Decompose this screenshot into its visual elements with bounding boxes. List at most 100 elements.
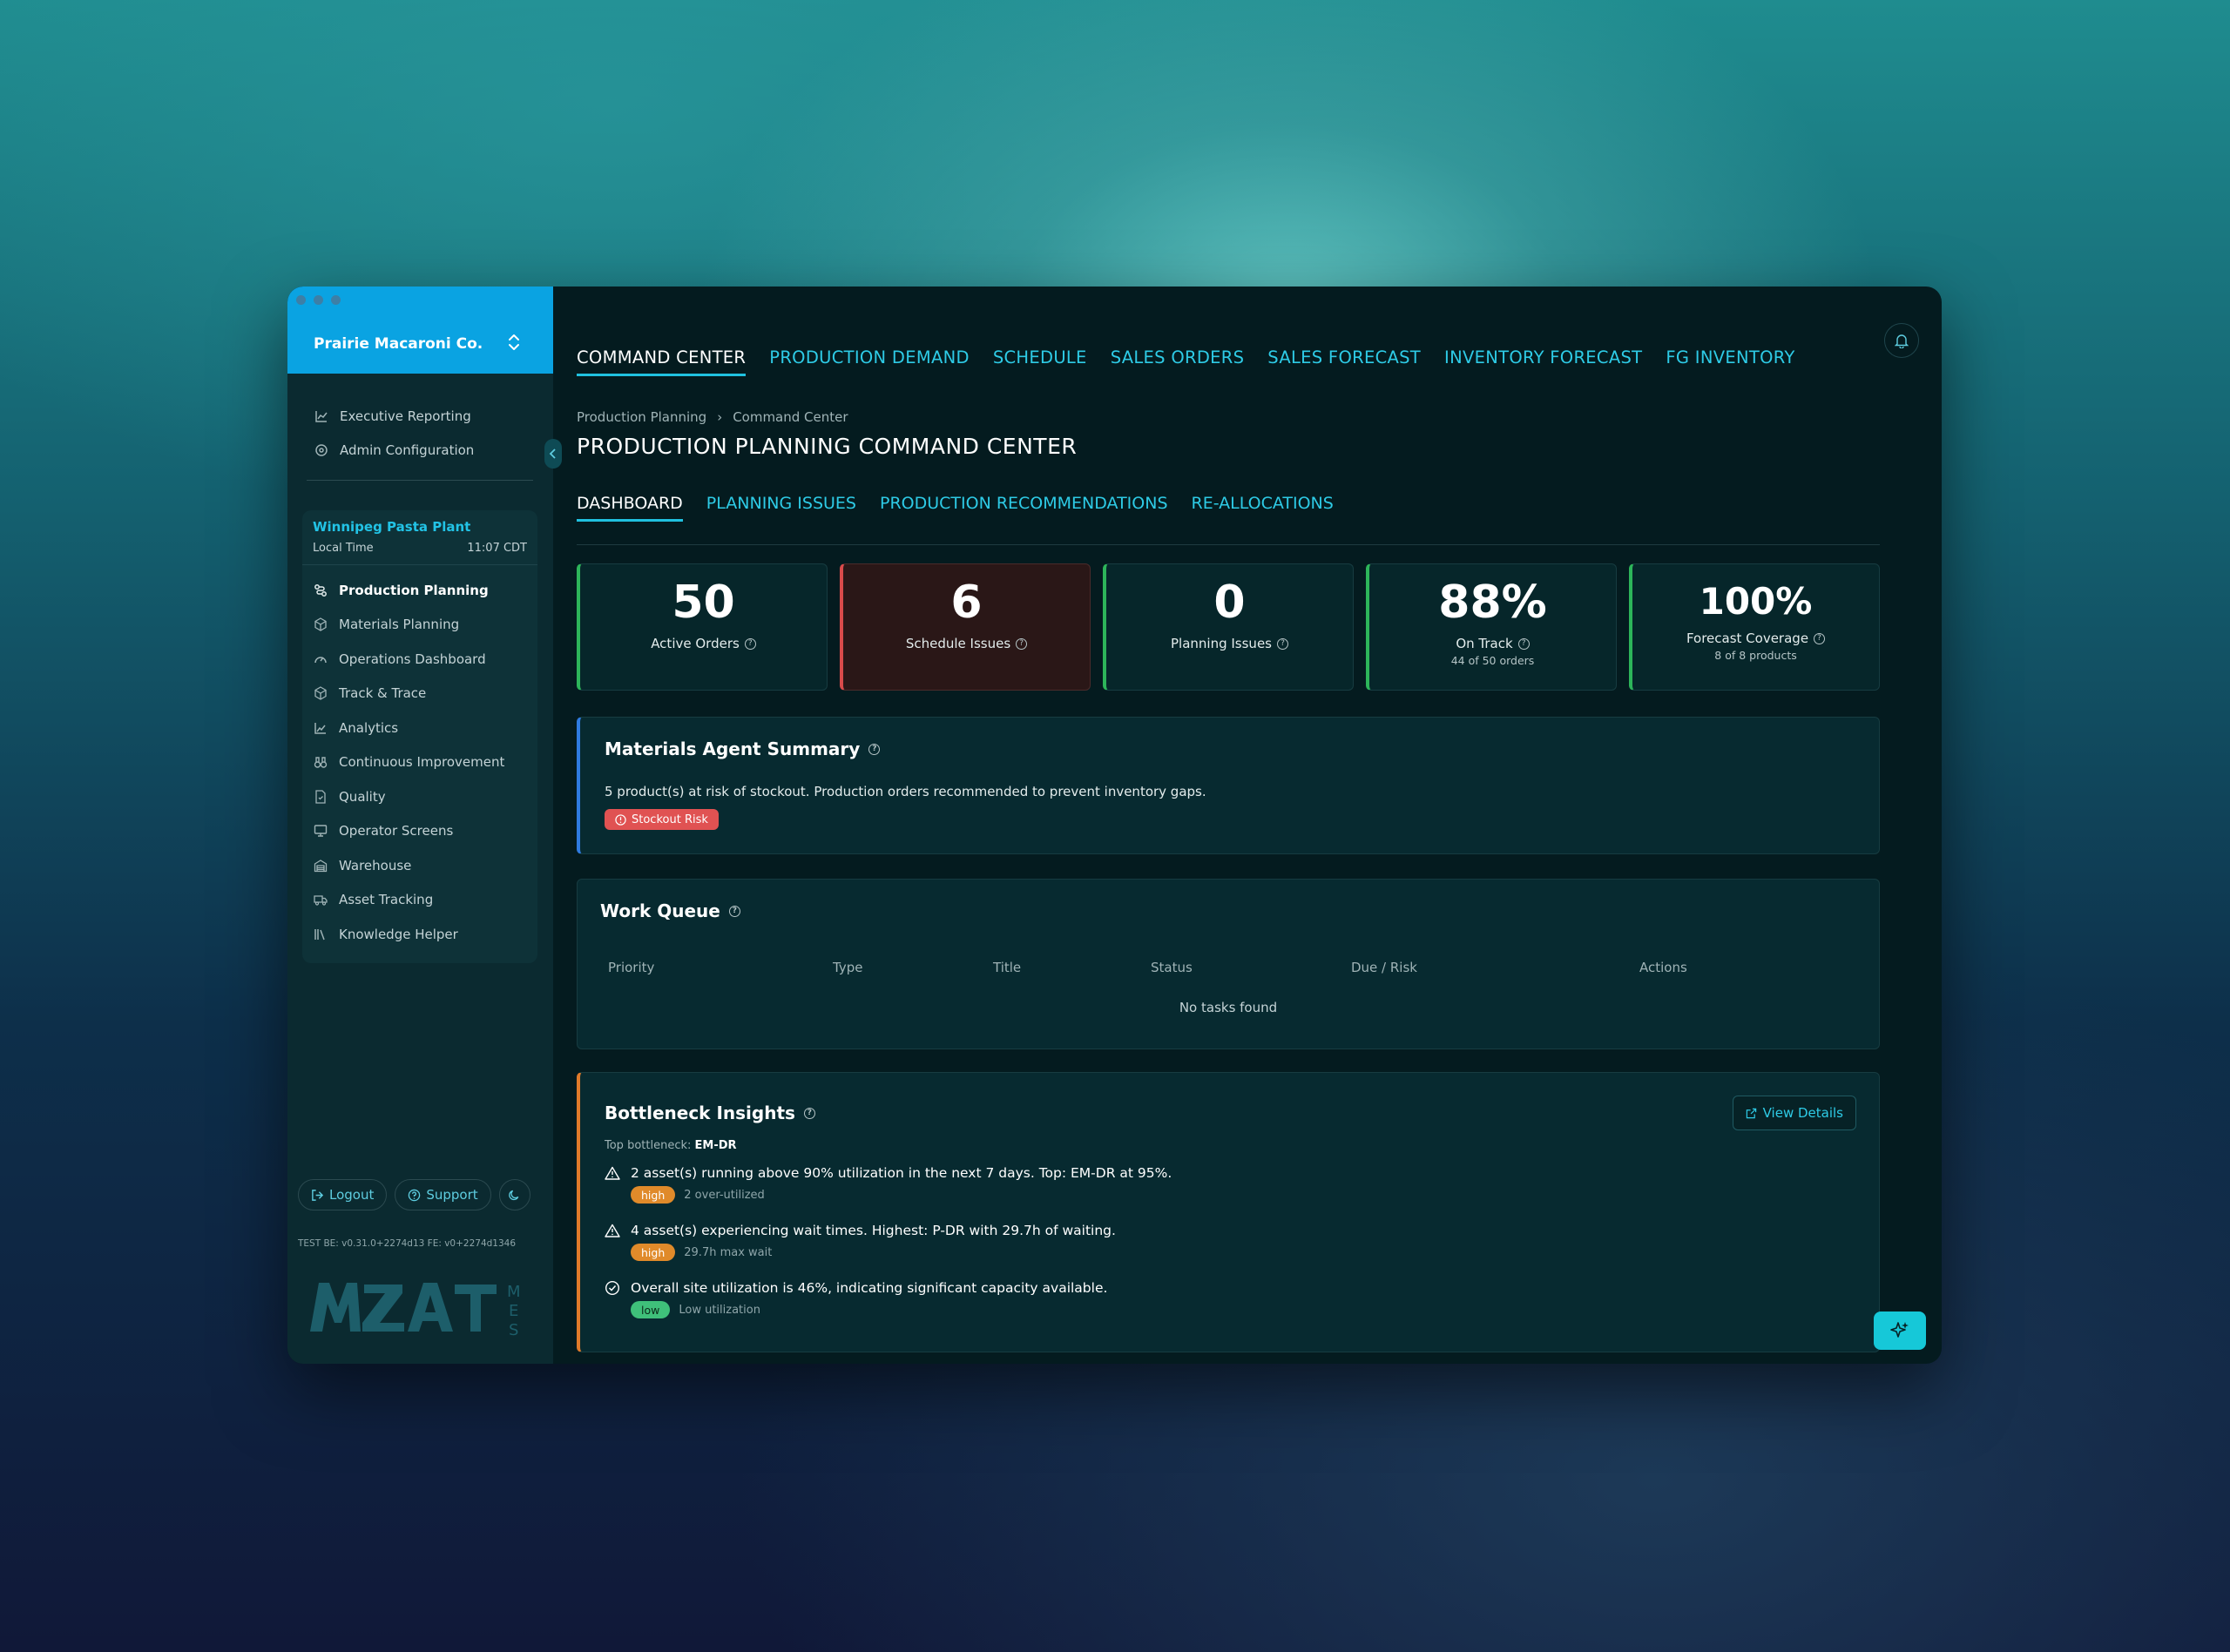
column-header-title[interactable]: Title [993, 960, 1021, 975]
tab-sales-orders[interactable]: SALES ORDERS [1111, 347, 1245, 376]
tab-fg-inventory[interactable]: FG INVENTORY [1666, 347, 1794, 376]
sparkles-icon [1890, 1322, 1909, 1338]
help-icon[interactable]: ? [868, 743, 881, 755]
breadcrumb-parent[interactable]: Production Planning [577, 409, 706, 425]
view-details-button[interactable]: View Details [1732, 1096, 1856, 1130]
route-icon [313, 583, 328, 598]
tab-planning-issues[interactable]: PLANNING ISSUES [706, 494, 856, 522]
help-icon[interactable]: ? [728, 905, 740, 917]
help-icon[interactable]: ? [744, 637, 756, 650]
svg-text:S: S [509, 1321, 518, 1339]
column-header-due-risk[interactable]: Due / Risk [1351, 960, 1417, 975]
tab-sales-forecast[interactable]: SALES FORECAST [1267, 347, 1421, 376]
nav-operator-screens[interactable]: Operator Screens [313, 814, 530, 849]
bottleneck-title-row: Bottleneck Insights ? [605, 1102, 815, 1123]
insight-meta: Low utilization [679, 1303, 760, 1317]
nav-label: Production Planning [339, 582, 489, 598]
tab-production-demand[interactable]: PRODUCTION DEMAND [769, 347, 970, 376]
breadcrumb-current: Command Center [733, 409, 848, 425]
kpi-schedule-issues[interactable]: 6 Schedule Issues? [840, 563, 1091, 691]
settings-icon [314, 442, 329, 458]
nav-track-trace[interactable]: Track & Trace [313, 677, 530, 711]
nav-label: Admin Configuration [340, 442, 475, 458]
chevron-updown-icon[interactable] [505, 332, 523, 353]
nav-analytics[interactable]: Analytics [313, 711, 530, 745]
column-header-priority[interactable]: Priority [608, 960, 654, 975]
kpi-value: 88% [1438, 577, 1547, 629]
local-time-value: 11:07 CDT [467, 542, 527, 555]
materials-summary-text: 5 product(s) at risk of stockout. Produc… [605, 784, 1206, 799]
kpi-active-orders[interactable]: 50 Active Orders? [577, 563, 828, 691]
svg-text:M: M [507, 1283, 521, 1301]
kpi-value: 100% [1699, 580, 1813, 623]
help-circle-icon [408, 1189, 421, 1202]
kpi-planning-issues[interactable]: 0 Planning Issues? [1103, 563, 1354, 691]
support-button[interactable]: Support [395, 1179, 491, 1210]
warning-icon [605, 1166, 620, 1180]
tab-command-center[interactable]: COMMAND CENTER [577, 347, 747, 376]
nav-knowledge-helper[interactable]: Knowledge Helper [313, 917, 530, 952]
nav-label: Analytics [339, 719, 399, 736]
bell-icon [1895, 334, 1909, 348]
help-icon[interactable]: ? [1016, 637, 1028, 650]
check-circle-icon [605, 1280, 620, 1296]
tab-schedule[interactable]: SCHEDULE [993, 347, 1087, 376]
column-header-status[interactable]: Status [1151, 960, 1193, 975]
nav-operations-dashboard[interactable]: Operations Dashboard [313, 642, 530, 677]
nav-warehouse[interactable]: Warehouse [313, 848, 530, 883]
truck-icon [313, 892, 328, 907]
nav-asset-tracking[interactable]: Asset Tracking [313, 883, 530, 918]
binoculars-icon [313, 754, 328, 770]
logout-button[interactable]: Logout [298, 1179, 388, 1210]
nav-label: Continuous Improvement [339, 754, 505, 771]
logout-label: Logout [329, 1187, 375, 1203]
notifications-button[interactable] [1884, 323, 1919, 358]
nav-production-planning[interactable]: Production Planning [313, 573, 530, 608]
kpi-label: Planning Issues [1171, 636, 1272, 651]
svg-text:E: E [509, 1302, 518, 1320]
empty-state: No tasks found [1179, 1000, 1278, 1015]
work-queue-title-row: Work Queue ? [600, 900, 740, 921]
nav-continuous-improvement[interactable]: Continuous Improvement [313, 745, 530, 780]
help-icon[interactable]: ? [803, 1107, 815, 1119]
kpi-on-track[interactable]: 88% On Track? 44 of 50 orders [1366, 563, 1617, 691]
work-queue-title: Work Queue [600, 900, 720, 921]
moon-icon [509, 1190, 519, 1200]
column-header-actions: Actions [1639, 960, 1687, 975]
company-switcher[interactable]: Prairie Macaroni Co. [287, 287, 553, 374]
nav-label: Executive Reporting [340, 408, 471, 424]
nav-executive-reporting[interactable]: Executive Reporting [314, 399, 540, 433]
ai-assistant-button[interactable] [1874, 1311, 1926, 1350]
plant-nav: Production Planning Materials Planning O… [313, 573, 530, 952]
tab-production-recommendations[interactable]: PRODUCTION RECOMMENDATIONS [880, 494, 1168, 522]
kpi-sub: 44 of 50 orders [1450, 654, 1535, 667]
help-icon[interactable]: ? [1277, 637, 1288, 650]
tab-re-allocations[interactable]: RE-ALLOCATIONS [1192, 494, 1334, 522]
kpi-label-row: Schedule Issues? [843, 636, 1090, 651]
insight-text: Overall site utilization is 46%, indicat… [631, 1280, 1108, 1296]
tab-inventory-forecast[interactable]: INVENTORY FORECAST [1444, 347, 1642, 376]
nav-label: Operator Screens [339, 823, 454, 839]
app-window: Prairie Macaroni Co. Executive Reporting… [287, 287, 1942, 1364]
severity-badge: low [631, 1301, 671, 1318]
column-header-type[interactable]: Type [833, 960, 862, 975]
kpi-label-row: Forecast Coverage? [1632, 630, 1879, 646]
nav-materials-planning[interactable]: Materials Planning [313, 608, 530, 643]
tab-dashboard[interactable]: DASHBOARD [577, 494, 683, 522]
company-name: Prairie Macaroni Co. [314, 335, 483, 353]
sidebar-actions: Logout Support [298, 1179, 530, 1210]
help-icon[interactable]: ? [1517, 637, 1530, 650]
theme-toggle-button[interactable] [498, 1179, 530, 1210]
nav-label: Materials Planning [339, 617, 460, 633]
analytics-icon [313, 720, 328, 736]
bottleneck-insights-card: Bottleneck Insights ? View Details Top b… [577, 1072, 1880, 1352]
plant-name[interactable]: Winnipeg Pasta Plant [313, 519, 470, 535]
kpi-forecast-coverage[interactable]: 100% Forecast Coverage? 8 of 8 products [1629, 563, 1880, 691]
version-info: TEST BE: v0.31.0+2274d13 FE: v0+2274d134… [298, 1238, 517, 1249]
nav-admin-configuration[interactable]: Admin Configuration [314, 433, 540, 467]
view-details-label: View Details [1762, 1105, 1843, 1121]
insight-meta: 2 over-utilized [684, 1188, 765, 1202]
materials-agent-card: Materials Agent Summary ? 5 product(s) a… [577, 717, 1880, 854]
help-icon[interactable]: ? [1814, 632, 1826, 644]
nav-quality[interactable]: Quality [313, 779, 530, 814]
